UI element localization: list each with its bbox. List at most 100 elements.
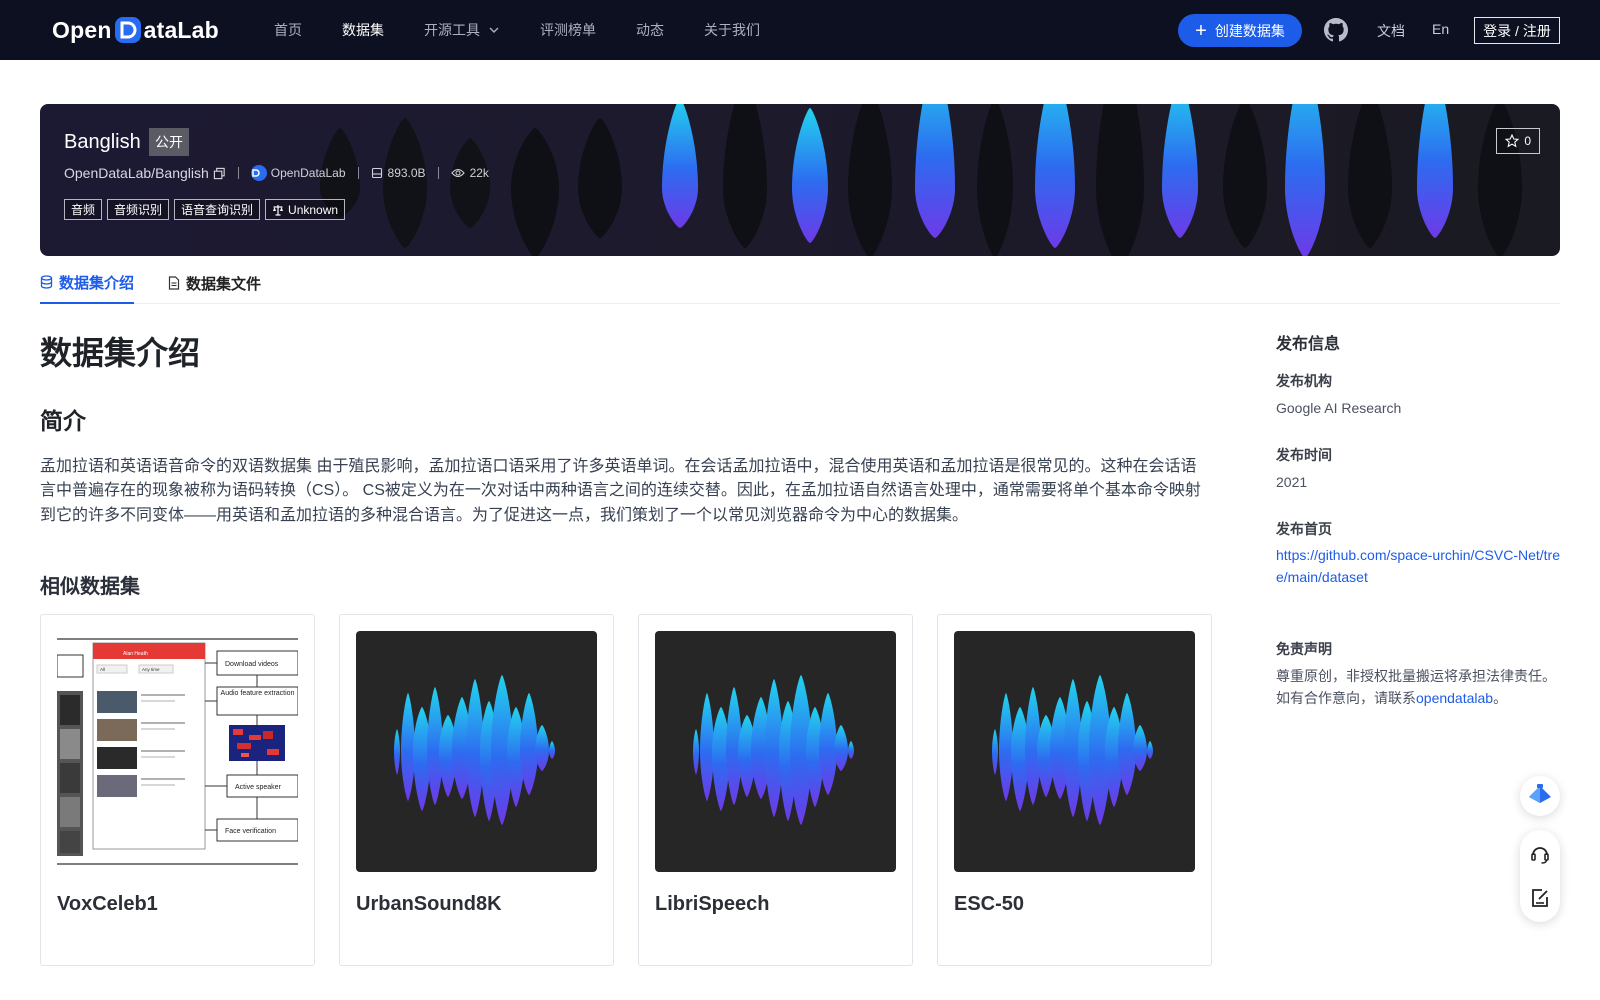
floating-mascot-button[interactable] — [1520, 776, 1560, 816]
wave-bar — [394, 729, 400, 775]
tab-dataset-intro[interactable]: 数据集介绍 — [40, 262, 135, 304]
active-speaker-label: Active speaker — [235, 784, 282, 791]
create-dataset-button[interactable]: + 创建数据集 — [1178, 14, 1302, 47]
tag-speech-query[interactable]: 语音查询识别 — [174, 199, 261, 220]
download-videos-label: Download videos — [225, 661, 279, 668]
page-title: 数据集介绍 — [40, 335, 201, 371]
github-icon[interactable] — [1324, 18, 1348, 42]
publish-time-label: 发布时间 — [1276, 447, 1332, 463]
dataset-org-name: OpenDataLab — [270, 166, 346, 180]
mascot-icon — [1529, 784, 1551, 803]
section-title-intro: 简介 — [40, 408, 86, 434]
nav-tools[interactable]: 开源工具 — [424, 20, 500, 40]
nav-about[interactable]: 关于我们 — [704, 20, 760, 40]
similar-dataset-card[interactable]: LibriSpeech — [638, 614, 913, 966]
star-button[interactable]: 0 — [1496, 128, 1540, 154]
headset-icon[interactable] — [1528, 842, 1552, 866]
waveform-image — [992, 675, 1153, 825]
main-nav: 首页 数据集 开源工具 评测榜单 动态 关于我们 — [274, 0, 800, 60]
edit-icon[interactable] — [1528, 886, 1552, 910]
wave-bar — [511, 128, 559, 256]
wave-bar — [1478, 104, 1522, 256]
similar-dataset-title: LibriSpeech — [655, 893, 770, 915]
filter-sort: Any time — [142, 667, 160, 672]
copy-icon[interactable] — [213, 167, 226, 180]
top-navbar: Open ataLab 首页 数据集 开源工具 评测榜单 动态 关于我们 + 创… — [0, 0, 1600, 60]
wave-bar — [1096, 104, 1144, 256]
dataset-tabs: 数据集介绍 数据集文件 — [40, 262, 1560, 304]
audio-feature-label: Audio feature extraction — [220, 690, 295, 697]
org-logo-icon — [252, 169, 260, 177]
nav-news[interactable]: 动态 — [636, 20, 664, 40]
language-switch[interactable]: En — [1432, 21, 1449, 37]
nav-tools-label: 开源工具 — [424, 22, 480, 38]
similar-dataset-title: UrbanSound8K — [356, 893, 502, 915]
wave-bar — [700, 693, 714, 801]
site-logo[interactable]: Open ataLab — [52, 14, 219, 46]
publish-time-value: 2021 — [1276, 474, 1308, 490]
nav-datasets[interactable]: 数据集 — [342, 20, 384, 40]
meta-separator — [437, 167, 439, 179]
tab-dataset-files[interactable]: 数据集文件 — [168, 262, 261, 304]
tab-dataset-intro-label: 数据集介绍 — [59, 274, 135, 292]
homepage-link[interactable]: https://github.com/space-urchin/CSVC-Net… — [1276, 544, 1562, 588]
create-dataset-label: 创建数据集 — [1214, 22, 1285, 39]
similar-datasets-title: 相似数据集 — [40, 576, 140, 598]
wave-bar — [848, 741, 854, 759]
dataset-description: 孟加拉语和英语语音命令的双语数据集 由于殖民影响，孟加拉语口语采用了许多英语单词… — [40, 458, 1201, 524]
file-icon — [168, 276, 180, 290]
logo-text-datalab: ataLab — [143, 16, 219, 43]
publisher-label: 发布机构 — [1276, 373, 1332, 389]
dataset-thumbnail — [954, 631, 1195, 872]
tag-audio[interactable]: 音频 — [64, 199, 103, 220]
wave-bar — [578, 118, 622, 238]
logo-text-open: Open — [52, 16, 112, 43]
wave-bar — [723, 104, 767, 248]
tag-audio-recognition[interactable]: 音频识别 — [107, 199, 170, 220]
dataset-thumbnail — [356, 631, 597, 872]
tab-dataset-files-label: 数据集文件 — [186, 275, 262, 293]
license-tag[interactable]: Unknown — [265, 199, 346, 220]
wave-bar — [977, 104, 1013, 256]
dataset-repo-path: OpenDataLab/Banglish — [64, 165, 209, 181]
dataset-org[interactable]: OpenDataLab — [250, 165, 346, 181]
dataset-size-value: 893.0B — [387, 166, 426, 180]
wave-bar — [1035, 104, 1075, 248]
eye-icon — [450, 168, 465, 178]
wave-bar — [1223, 104, 1267, 248]
visibility-badge: 公开 — [149, 128, 189, 156]
dataset-tags: 音频 音频识别 语音查询识别 Unknown — [64, 199, 350, 220]
video-title: Alan Heath — [123, 651, 148, 657]
dataset-views-value: 22k — [469, 166, 489, 180]
publish-info-title: 发布信息 — [1276, 336, 1341, 353]
meta-separator — [237, 167, 239, 179]
disclaimer-text: 尊重原创，非授权批量搬运将承担法律责任。如有合作意向，请联系opendatala… — [1276, 665, 1566, 709]
wave-bar — [450, 138, 490, 228]
dataset-views: 22k — [450, 166, 489, 180]
wave-bar — [792, 108, 828, 243]
org-avatar — [250, 165, 267, 181]
wave-bar — [999, 693, 1013, 801]
similar-datasets-list: Alan Heath All Any time Download videos — [40, 614, 1212, 966]
nav-leaderboard[interactable]: 评测榜单 — [540, 20, 596, 40]
contact-link[interactable]: opendatalab — [1416, 690, 1493, 706]
wave-bar — [992, 729, 998, 775]
license-value: Unknown — [288, 202, 339, 217]
wave-bar — [383, 118, 427, 248]
waveform-image — [693, 675, 854, 825]
nav-docs[interactable]: 文档 — [1377, 21, 1405, 41]
wave-bar — [1162, 104, 1198, 238]
chevron-down-icon — [489, 27, 499, 33]
nav-home[interactable]: 首页 — [274, 20, 302, 40]
publisher-value: Google AI Research — [1276, 400, 1402, 416]
wave-bar — [1147, 741, 1153, 759]
login-register-button[interactable]: 登录 / 注册 — [1474, 17, 1560, 44]
database-icon — [40, 275, 53, 289]
wave-bar — [693, 729, 699, 775]
similar-dataset-card[interactable]: UrbanSound8K — [339, 614, 614, 966]
waveform-image — [394, 675, 555, 825]
dataset-size: 893.0B — [371, 166, 426, 180]
similar-dataset-card[interactable]: Alan Heath All Any time Download videos — [40, 614, 315, 966]
similar-dataset-card[interactable]: ESC-50 — [937, 614, 1212, 966]
similar-dataset-title: VoxCeleb1 — [57, 893, 158, 915]
